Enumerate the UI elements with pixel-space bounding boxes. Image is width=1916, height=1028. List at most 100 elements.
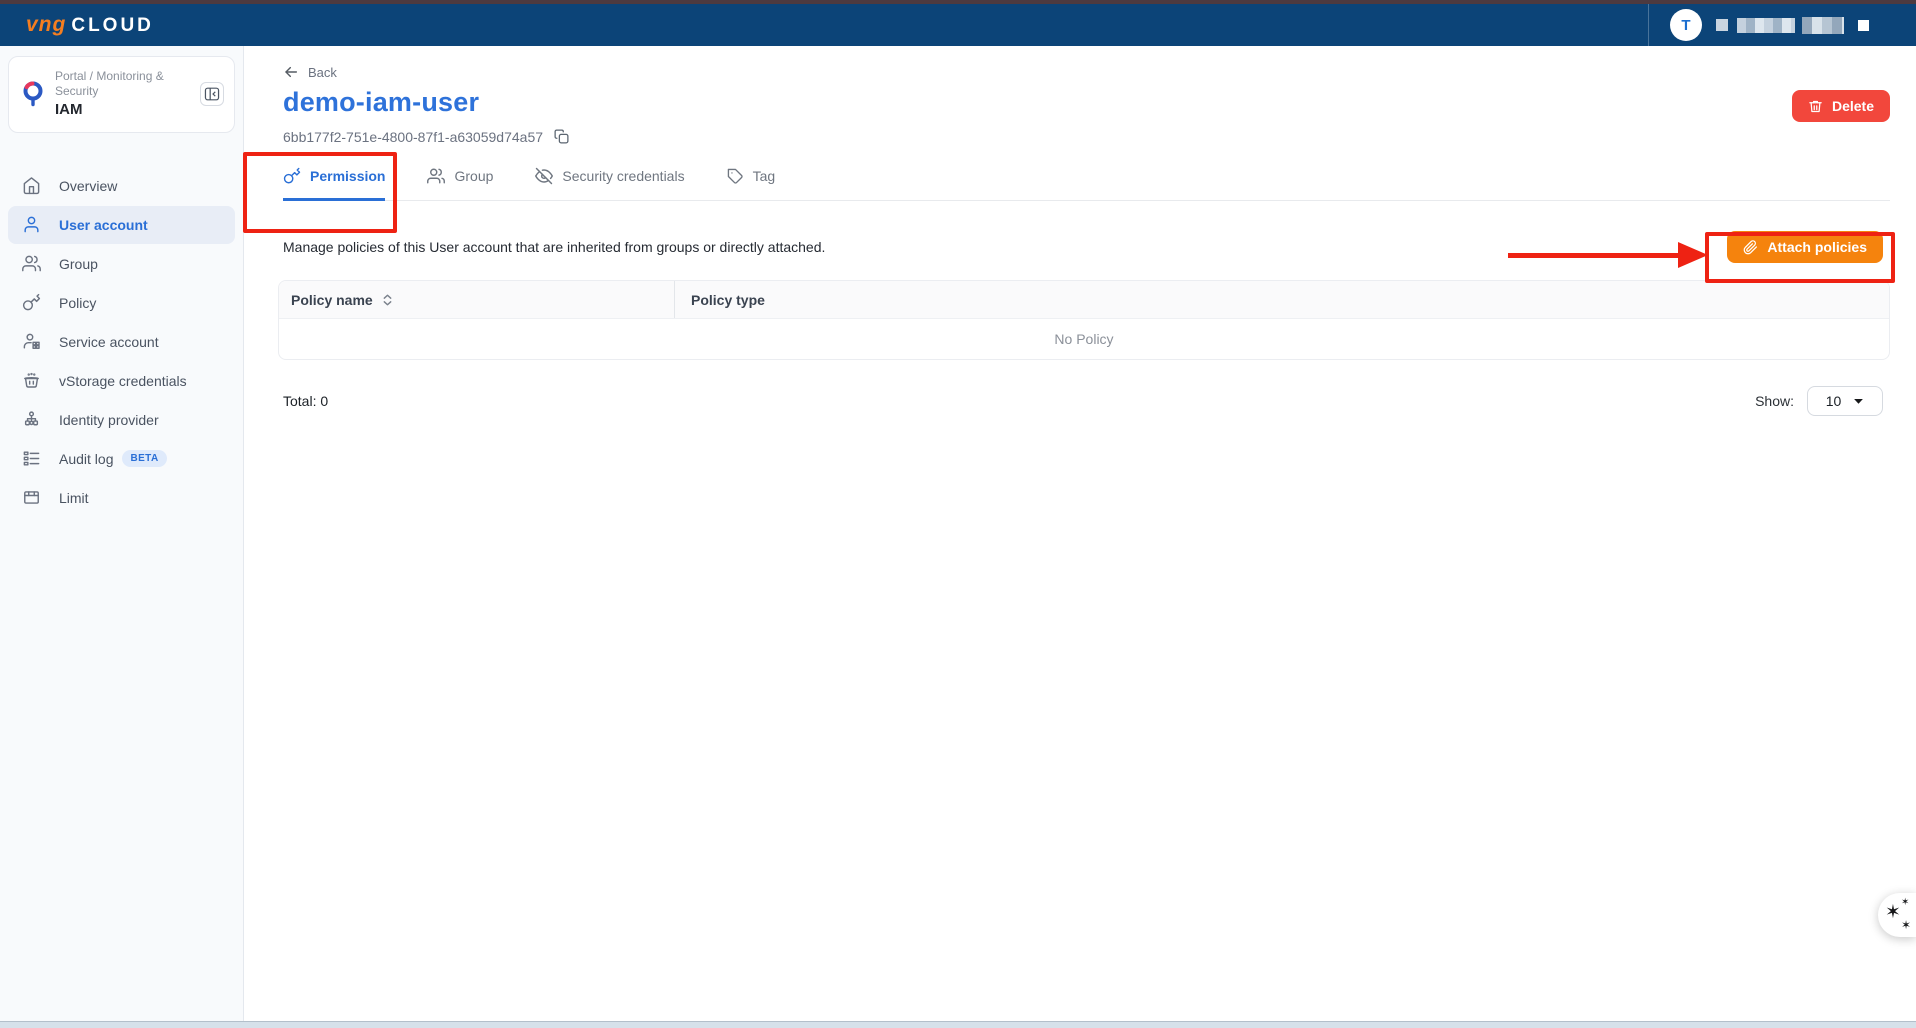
tab-label: Security credentials bbox=[562, 168, 684, 184]
sparkles-icon: ✶ bbox=[1885, 903, 1901, 922]
logo-cloud-text: CLOUD bbox=[71, 15, 154, 37]
attach-policies-label: Attach policies bbox=[1767, 239, 1867, 255]
policy-table-header: Policy name Policy type bbox=[279, 281, 1889, 319]
sidebar-item-label: User account bbox=[59, 217, 148, 233]
tab-group[interactable]: Group bbox=[427, 167, 493, 201]
policy-key-icon bbox=[22, 293, 42, 313]
sidebar-item-overview[interactable]: Overview bbox=[8, 167, 235, 205]
sidebar-item-user-account[interactable]: User account bbox=[8, 206, 235, 244]
paperclip-icon bbox=[1743, 240, 1758, 255]
breadcrumb: Portal / Monitoring & Security bbox=[55, 69, 200, 99]
permission-panel-header: Manage policies of this User account tha… bbox=[278, 231, 1890, 263]
page-size-cluster: Show: 10 bbox=[1755, 386, 1883, 416]
sidebar-item-label: Service account bbox=[59, 334, 159, 350]
home-icon bbox=[22, 176, 42, 196]
sidebar-item-policy[interactable]: Policy bbox=[8, 284, 235, 322]
sidebar-item-label: Group bbox=[59, 256, 98, 272]
top-navbar: vng CLOUD T bbox=[0, 4, 1916, 46]
back-button[interactable]: Back bbox=[283, 64, 353, 80]
delete-label: Delete bbox=[1832, 98, 1874, 114]
tab-label: Group bbox=[454, 168, 493, 184]
sidebar-item-limit[interactable]: Limit bbox=[8, 479, 235, 517]
horizontal-scrollbar[interactable] bbox=[0, 1021, 1916, 1028]
audit-log-icon bbox=[22, 449, 42, 469]
permission-key-icon bbox=[283, 167, 301, 185]
group-icon bbox=[22, 254, 42, 274]
sidebar-item-audit-log[interactable]: Audit log BETA bbox=[8, 440, 235, 478]
user-avatar[interactable]: T bbox=[1670, 9, 1702, 41]
attach-policies-button[interactable]: Attach policies bbox=[1727, 231, 1883, 263]
group-icon bbox=[427, 167, 445, 185]
back-arrow-icon bbox=[283, 64, 299, 80]
delete-button[interactable]: Delete bbox=[1792, 90, 1890, 122]
sidebar-item-group[interactable]: Group bbox=[8, 245, 235, 283]
copy-icon bbox=[553, 128, 570, 145]
back-label: Back bbox=[308, 65, 337, 80]
tab-security-credentials[interactable]: Security credentials bbox=[535, 167, 684, 201]
main-content: Back demo-iam-user 6bb177f2-751e-4800-87… bbox=[244, 46, 1916, 1028]
sidebar: Portal / Monitoring & Security IAM bbox=[0, 46, 244, 1028]
table-footer: Total: 0 Show: 10 bbox=[278, 386, 1890, 416]
page-size-value: 10 bbox=[1826, 393, 1842, 409]
detail-tabs: Permission Group Security credentials bbox=[283, 167, 1890, 201]
sidebar-item-vstorage-credentials[interactable]: vStorage credentials bbox=[8, 362, 235, 400]
sidebar-item-label: Overview bbox=[59, 178, 117, 194]
page-title: demo-iam-user bbox=[283, 87, 1890, 118]
user-icon bbox=[22, 215, 42, 235]
product-card[interactable]: Portal / Monitoring & Security IAM bbox=[8, 56, 235, 133]
sparkle-small-icon: ✶ bbox=[1901, 919, 1911, 931]
total-count: Total: 0 bbox=[283, 393, 328, 409]
sidebar-item-service-account[interactable]: Service account bbox=[8, 323, 235, 361]
identity-provider-icon bbox=[22, 410, 42, 430]
resource-id-row: 6bb177f2-751e-4800-87f1-a63059d74a57 bbox=[283, 128, 1890, 145]
sidebar-item-label: Audit log bbox=[59, 451, 113, 467]
column-policy-name[interactable]: Policy name bbox=[279, 281, 674, 318]
iam-product-icon bbox=[21, 80, 45, 108]
vngcloud-logo[interactable]: vng CLOUD bbox=[26, 13, 154, 37]
sparkle-small-icon: ✶ bbox=[1901, 898, 1909, 908]
ai-assistant-fab[interactable]: ✶ ✶ ✶ bbox=[1878, 893, 1916, 937]
product-card-text: Portal / Monitoring & Security IAM bbox=[55, 69, 200, 120]
navbar-right-cluster: T bbox=[1648, 4, 1869, 46]
tab-permission[interactable]: Permission bbox=[283, 167, 385, 201]
page: vng CLOUD T Portal / Monitor bbox=[0, 0, 1916, 1028]
tab-tag[interactable]: Tag bbox=[727, 167, 776, 201]
sidebar-menu: Overview User account Group bbox=[0, 167, 243, 517]
limit-icon bbox=[22, 488, 42, 508]
copy-id-button[interactable] bbox=[553, 128, 570, 145]
column-label: Policy type bbox=[691, 292, 765, 308]
page-size-select[interactable]: 10 bbox=[1807, 386, 1883, 416]
avatar-initial: T bbox=[1681, 17, 1690, 34]
sidebar-item-label: vStorage credentials bbox=[59, 373, 187, 389]
tag-icon bbox=[727, 168, 744, 185]
column-label: Policy name bbox=[291, 292, 373, 308]
sidebar-item-label: Identity provider bbox=[59, 412, 159, 428]
sidebar-item-label: Policy bbox=[59, 295, 96, 311]
trash-icon bbox=[1808, 99, 1823, 114]
collapse-panel-icon bbox=[204, 86, 220, 102]
chevron-down-icon bbox=[1853, 398, 1864, 405]
storage-basket-icon bbox=[22, 371, 42, 391]
navbar-divider bbox=[1648, 4, 1649, 46]
beta-badge: BETA bbox=[122, 450, 166, 467]
sidebar-collapse-button[interactable] bbox=[200, 82, 224, 106]
navbar-menu-icon[interactable] bbox=[1858, 20, 1869, 31]
service-account-icon bbox=[22, 332, 42, 352]
logo-vng-text: vng bbox=[26, 13, 66, 37]
redacted-user-info bbox=[1716, 19, 1728, 31]
tab-label: Permission bbox=[310, 168, 385, 184]
eye-off-icon bbox=[535, 167, 553, 185]
product-name: IAM bbox=[55, 101, 200, 120]
panel-description: Manage policies of this User account tha… bbox=[283, 239, 825, 255]
redacted-user-org bbox=[1802, 17, 1844, 34]
policy-table: Policy name Policy type No Policy bbox=[278, 280, 1890, 360]
resource-id: 6bb177f2-751e-4800-87f1-a63059d74a57 bbox=[283, 129, 543, 145]
sort-icon[interactable] bbox=[382, 293, 393, 307]
sidebar-item-identity-provider[interactable]: Identity provider bbox=[8, 401, 235, 439]
column-policy-type[interactable]: Policy type bbox=[674, 281, 1889, 318]
show-label: Show: bbox=[1755, 393, 1794, 409]
redacted-user-name bbox=[1737, 18, 1795, 33]
sidebar-item-label: Limit bbox=[59, 490, 89, 506]
table-empty-state: No Policy bbox=[279, 319, 1889, 359]
tab-label: Tag bbox=[753, 168, 776, 184]
